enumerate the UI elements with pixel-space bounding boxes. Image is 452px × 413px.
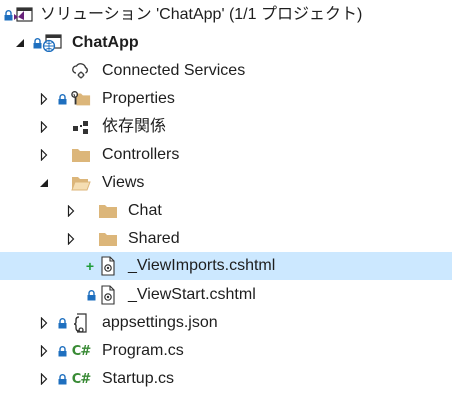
csharp-file-icon: C# (71, 371, 91, 387)
folder-open-icon (71, 169, 91, 197)
collapsed-arrow-icon[interactable] (37, 141, 51, 169)
project-label: ChatApp (72, 34, 139, 51)
expanded-arrow-icon[interactable] (37, 169, 51, 197)
tree-item-dependencies[interactable]: 依存関係 (0, 113, 452, 141)
lock-icon (86, 281, 96, 309)
folder-icon (71, 141, 91, 169)
csharp-file-icon: C# (71, 343, 91, 359)
tree-item-properties[interactable]: Properties (0, 85, 452, 113)
viewimports-label: _ViewImports.cshtml (128, 257, 276, 274)
expanded-arrow-icon[interactable] (13, 29, 27, 57)
lock-icon (3, 1, 13, 29)
collapsed-arrow-icon[interactable] (64, 197, 78, 225)
collapsed-arrow-icon[interactable] (37, 85, 51, 113)
tree-item-chat[interactable]: Chat (0, 197, 452, 225)
chat-label: Chat (128, 202, 162, 219)
properties-folder-icon (71, 85, 91, 113)
tree-item-views[interactable]: Views (0, 169, 452, 197)
tree-item-program[interactable]: C# Program.cs (0, 337, 452, 365)
dependencies-label: 依存関係 (102, 118, 167, 135)
tree-item-connected-services[interactable]: Connected Services (0, 57, 452, 85)
tree-item-viewstart[interactable]: _ViewStart.cshtml (0, 281, 452, 309)
tree-item-project[interactable]: ChatApp (0, 29, 452, 57)
viewstart-label: _ViewStart.cshtml (128, 286, 256, 303)
collapsed-arrow-icon[interactable] (64, 225, 78, 253)
appsettings-label: appsettings.json (102, 314, 218, 331)
lock-icon (57, 85, 67, 113)
solution-icon (13, 1, 33, 29)
program-label: Program.cs (102, 342, 184, 359)
collapsed-arrow-icon[interactable] (37, 113, 51, 141)
properties-label: Properties (102, 90, 175, 107)
tree-item-startup[interactable]: C# Startup.cs (0, 365, 452, 393)
tree-item-appsettings[interactable]: appsettings.json (0, 309, 452, 337)
web-project-icon (42, 29, 62, 57)
lock-icon (57, 309, 67, 337)
razor-file-icon (98, 252, 118, 280)
tree-item-shared[interactable]: Shared (0, 225, 452, 253)
lock-icon (32, 29, 42, 57)
tree-item-viewimports[interactable]: + _ViewImports.cshtml (0, 252, 452, 280)
controllers-label: Controllers (102, 146, 180, 163)
dependencies-icon (71, 113, 91, 141)
collapsed-arrow-icon[interactable] (37, 337, 51, 365)
connected-services-label: Connected Services (102, 62, 246, 79)
startup-label: Startup.cs (102, 370, 175, 387)
lock-icon (57, 337, 67, 365)
cloud-gear-icon (71, 57, 91, 85)
solution-explorer-tree: ソリューション 'ChatApp' (1/1 プロジェクト) ChatApp C… (0, 0, 452, 413)
tree-item-solution[interactable]: ソリューション 'ChatApp' (1/1 プロジェクト) (0, 1, 452, 29)
collapsed-arrow-icon[interactable] (37, 365, 51, 393)
folder-icon (98, 197, 118, 225)
shared-label: Shared (128, 230, 180, 247)
razor-file-icon (98, 281, 118, 309)
tree-item-controllers[interactable]: Controllers (0, 141, 452, 169)
lock-icon (57, 365, 67, 393)
folder-icon (98, 225, 118, 253)
added-status-icon: + (85, 258, 95, 274)
views-label: Views (102, 174, 145, 191)
collapsed-arrow-icon[interactable] (37, 309, 51, 337)
solution-label: ソリューション 'ChatApp' (1/1 プロジェクト) (40, 6, 363, 23)
json-file-icon (71, 309, 91, 337)
